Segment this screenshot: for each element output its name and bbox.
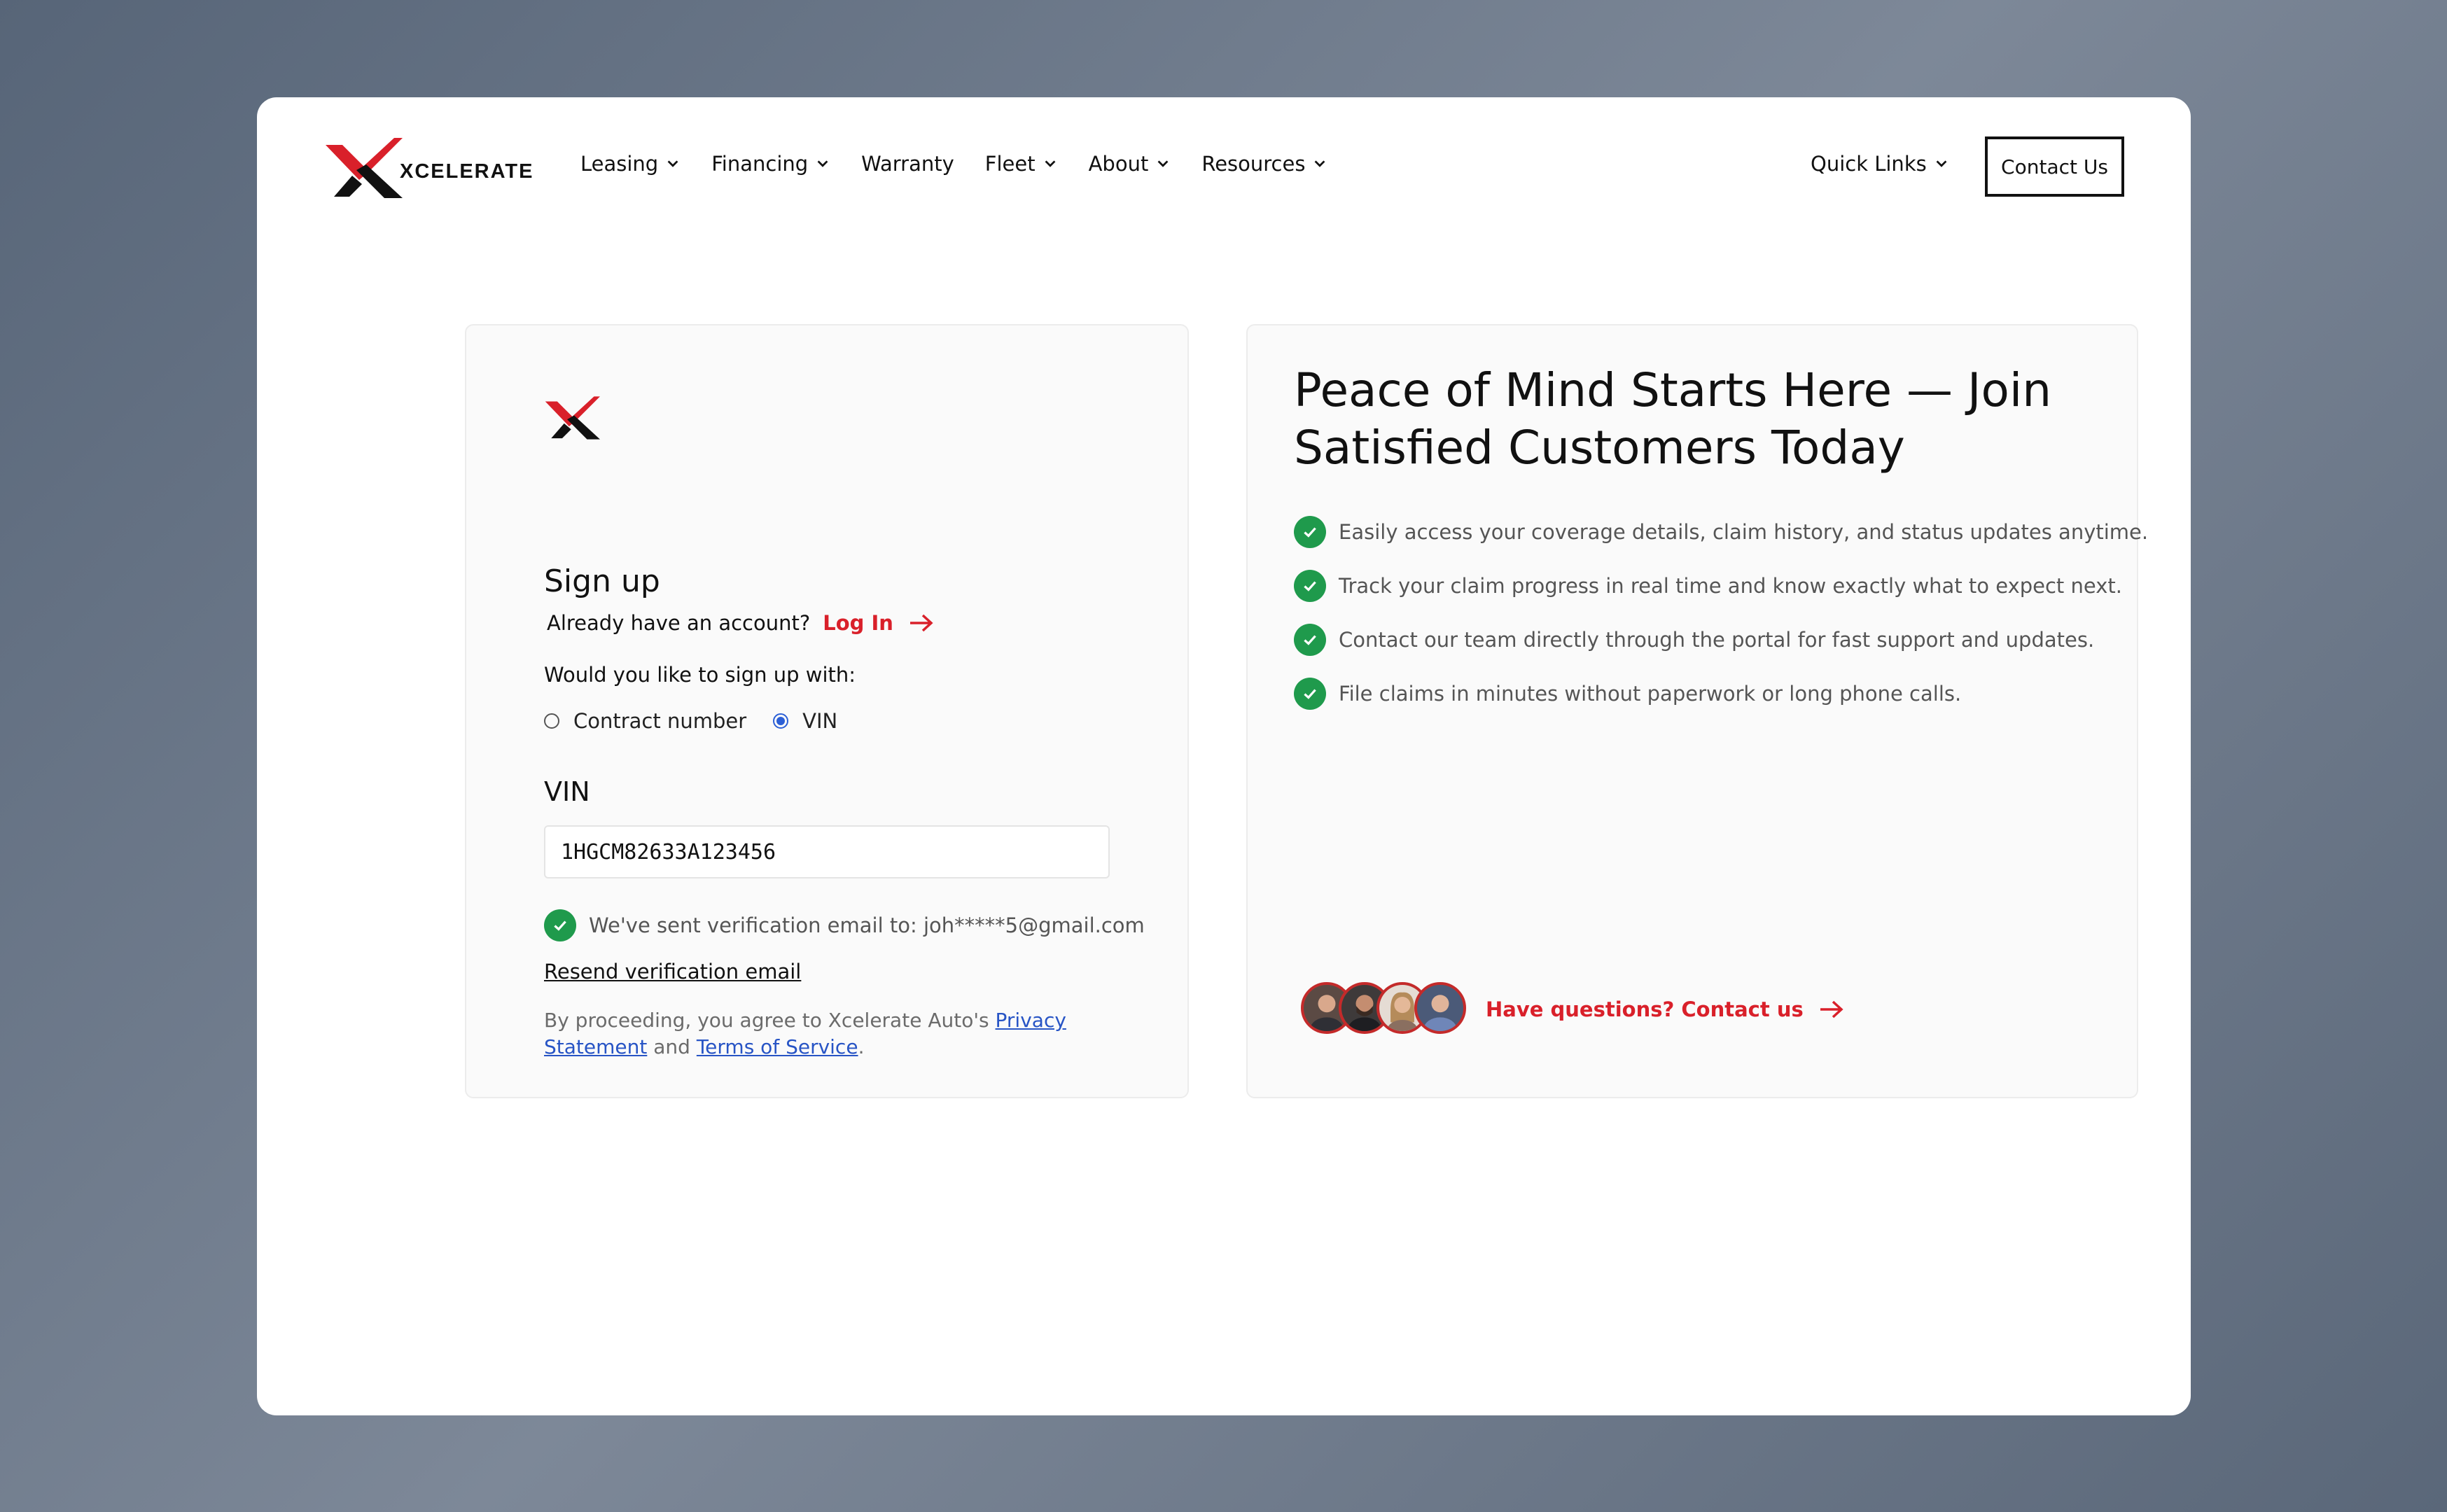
benefits-list: Easily access your coverage details, cla… (1294, 516, 2148, 732)
menu-item-fleet[interactable]: Fleet (985, 152, 1058, 176)
radio-contract-number[interactable] (544, 713, 559, 729)
signup-card: Sign up Already have an account? Log In … (465, 324, 1189, 1098)
check-circle-icon (1294, 516, 1326, 548)
menu-item-resources[interactable]: Resources (1201, 152, 1327, 176)
radio-vin[interactable] (773, 713, 789, 729)
terms-of-service-link[interactable]: Terms of Service (697, 1035, 858, 1058)
legal-notice: By proceeding, you agree to Xcelerate Au… (544, 1009, 1066, 1058)
resend-verification-link[interactable]: Resend verification email (544, 960, 801, 983)
list-item: Easily access your coverage details, cla… (1294, 516, 2148, 548)
list-item: Track your claim progress in real time a… (1294, 570, 2122, 602)
menu-item-financing[interactable]: Financing (711, 152, 830, 176)
check-circle-icon (1294, 570, 1326, 602)
brand-logo[interactable]: XCELERATE (324, 136, 534, 200)
contact-us-link[interactable]: Have questions? Contact us (1486, 997, 1846, 1021)
main-menu: Leasing Financing Warranty Fleet About R… (580, 152, 1358, 176)
avatar (1414, 982, 1466, 1034)
list-item: File claims in minutes without paperwork… (1294, 678, 2120, 710)
vin-input[interactable] (544, 825, 1110, 878)
x-logo-icon (545, 396, 600, 440)
quick-links-dropdown[interactable]: Quick Links (1811, 152, 1949, 176)
chevron-down-icon (1045, 160, 1055, 167)
chevron-down-icon (817, 160, 828, 167)
chevron-down-icon (667, 160, 678, 167)
promo-card: Peace of Mind Starts Here — Join Satisfi… (1246, 324, 2148, 1098)
arrow-right-icon (1820, 1000, 1843, 1018)
chevron-down-icon (1315, 160, 1325, 167)
signup-method-question: Would you like to sign up with: (544, 663, 856, 687)
signup-method-options: Contract number VIN (544, 709, 864, 733)
radio-label-contract-number[interactable]: Contract number (573, 709, 746, 733)
check-circle-icon (1294, 678, 1326, 710)
vin-label: VIN (544, 776, 590, 807)
chevron-down-icon (1157, 160, 1169, 167)
top-navigation: XCELERATE Leasing Financing Warranty Fle… (257, 97, 2191, 237)
app-window: XCELERATE Leasing Financing Warranty Fle… (257, 97, 2191, 1415)
team-avatars (1301, 982, 1466, 1034)
verification-text: We've sent verification email to: joh***… (589, 913, 1145, 937)
promo-headline: Peace of Mind Starts Here — Join Satisfi… (1294, 363, 2052, 475)
arrow-right-icon[interactable] (907, 612, 935, 634)
check-circle-icon (1294, 624, 1326, 656)
signup-title: Sign up (544, 564, 660, 599)
brand-wordmark: XCELERATE (400, 160, 534, 183)
contact-us-button[interactable]: Contact Us (1985, 136, 2124, 197)
verification-notice: We've sent verification email to: joh***… (544, 909, 1145, 941)
list-item: Contact our team directly through the po… (1294, 624, 2120, 656)
menu-item-about[interactable]: About (1089, 152, 1171, 176)
menu-item-warranty[interactable]: Warranty (861, 152, 954, 176)
radio-label-vin[interactable]: VIN (802, 709, 837, 733)
menu-item-leasing[interactable]: Leasing (580, 152, 681, 176)
chevron-down-icon (1936, 160, 1947, 167)
login-link[interactable]: Log In (823, 611, 893, 635)
x-logo-icon (326, 138, 403, 198)
login-prompt: Already have an account? Log In (547, 611, 935, 635)
check-circle-icon (544, 909, 576, 941)
login-prompt-text: Already have an account? (547, 611, 811, 635)
